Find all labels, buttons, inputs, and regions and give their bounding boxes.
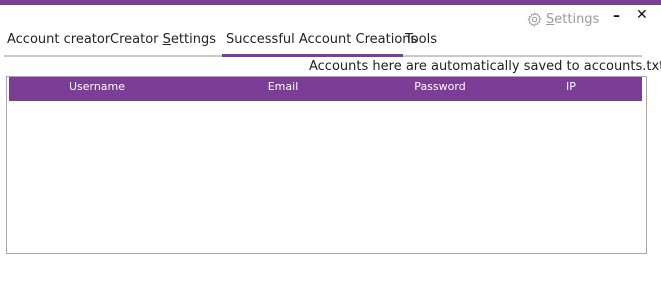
column-header-ip[interactable]: IP (566, 80, 576, 93)
table-header: Username Email Password IP (9, 77, 642, 101)
accounts-table[interactable]: Username Email Password IP (6, 76, 647, 254)
close-button[interactable]: ✕ (636, 8, 648, 22)
tab-bar: Account creator Creator Settings Success… (0, 32, 661, 54)
tab-creator-settings-prefix: Creator (110, 32, 163, 47)
column-header-email[interactable]: Email (268, 80, 299, 93)
gear-icon (527, 12, 542, 27)
minimize-button[interactable]: – (613, 9, 620, 23)
column-header-password[interactable]: Password (414, 80, 465, 93)
tab-creator-settings-suffix: ettings (170, 32, 216, 47)
tab-successful-account-creations[interactable]: Successful Account Creations (226, 32, 417, 47)
active-tab-indicator (222, 54, 403, 57)
window-top-accent-bar (0, 0, 661, 5)
tab-creator-settings[interactable]: Creator Settings (110, 32, 216, 47)
settings-link[interactable]: Settings (526, 11, 599, 28)
tab-account-creator[interactable]: Account creator (7, 32, 110, 47)
column-header-username[interactable]: Username (69, 80, 125, 93)
tab-creator-settings-accelerator: S (162, 32, 171, 47)
autosave-notice: Accounts here are automatically saved to… (309, 59, 661, 74)
tab-tools[interactable]: Tools (405, 32, 437, 47)
settings-label: Settings (546, 12, 600, 27)
